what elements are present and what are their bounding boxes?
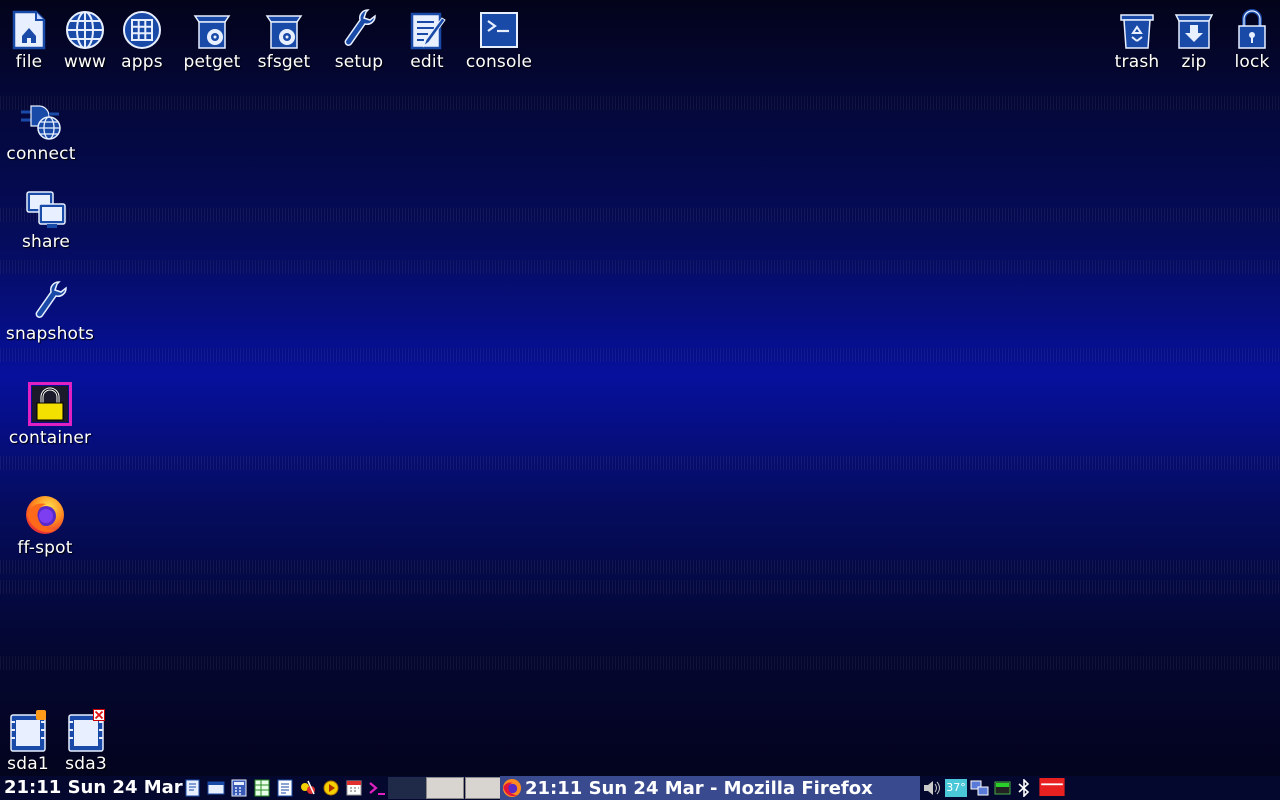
- desktop-icon-zip[interactable]: zip: [1172, 6, 1216, 72]
- desktop-icon-www[interactable]: www: [60, 6, 110, 72]
- paint-icon[interactable]: [299, 779, 317, 797]
- desktop-icon-label: sfsget: [257, 52, 311, 72]
- trash-icon: [1118, 6, 1156, 50]
- drive-label: sda3: [65, 754, 107, 774]
- desktop-icon-trash[interactable]: trash: [1111, 6, 1163, 72]
- power-icon[interactable]: [1038, 778, 1066, 796]
- drive-icon-sda1[interactable]: sda1: [4, 708, 52, 774]
- desktop-icon-label: setup: [334, 52, 384, 72]
- desktop-icon-connect[interactable]: connect: [4, 98, 78, 164]
- temperature-icon[interactable]: 37°: [945, 779, 967, 797]
- wrench-icon: [342, 6, 376, 50]
- battery-icon[interactable]: [993, 779, 1013, 797]
- desktop-icon-label: www: [63, 52, 107, 72]
- desktop-icon-label: zip: [1181, 52, 1207, 72]
- workspace-1[interactable]: [388, 777, 426, 799]
- spreadsheet-icon[interactable]: [253, 779, 271, 797]
- task-title: 21:11 Sun 24 Mar - Mozilla Firefox: [525, 777, 873, 799]
- workspace-2[interactable]: [426, 777, 464, 799]
- lock-icon: [1236, 6, 1268, 50]
- desktop-icon-apps[interactable]: apps: [117, 6, 167, 72]
- desktop-icon-label: file: [15, 52, 43, 72]
- bluetooth-icon[interactable]: [1016, 779, 1032, 797]
- container-lock-icon: [28, 382, 72, 426]
- package-manager-icon: [191, 6, 233, 50]
- file-manager-icon: [10, 6, 48, 50]
- drive-icon: [8, 708, 48, 754]
- zip-icon: [1174, 6, 1214, 50]
- desktop-icon-edit[interactable]: edit: [402, 6, 452, 72]
- drive-icon: [66, 708, 106, 754]
- desktop-icon-label: console: [465, 52, 533, 72]
- document-icon[interactable]: [276, 779, 294, 797]
- window-icon[interactable]: [207, 779, 225, 797]
- desktop-icon-label: lock: [1234, 52, 1270, 72]
- desktop-icon-label: share: [21, 232, 71, 252]
- sfs-download-icon: [263, 6, 305, 50]
- taskbar-clock[interactable]: 21:11 Sun 24 Mar: [4, 776, 183, 800]
- taskbar-task-firefox[interactable]: 21:11 Sun 24 Mar - Mozilla Firefox: [500, 776, 920, 800]
- mounted-indicator-icon: [36, 710, 46, 720]
- apps-grid-icon: [122, 6, 162, 50]
- desktop-icon-ff-spot[interactable]: ff-spot: [10, 492, 80, 558]
- desktop-icon-label: connect: [6, 144, 76, 164]
- volume-icon[interactable]: [922, 779, 942, 797]
- terminal-icon[interactable]: [368, 779, 386, 797]
- desktop-icon-label: edit: [410, 52, 444, 72]
- wrench-icon: [33, 278, 67, 322]
- unmount-x-icon: [93, 709, 105, 721]
- desktop-icon-label: ff-spot: [17, 538, 73, 558]
- drive-label: sda1: [7, 754, 49, 774]
- terminal-icon: [479, 6, 519, 50]
- network-connect-icon: [19, 98, 63, 142]
- desktop-icon-file[interactable]: file: [4, 6, 54, 72]
- workspace-3[interactable]: [465, 777, 503, 799]
- desktop-icon-label: apps: [121, 52, 163, 72]
- firefox-icon: [502, 778, 522, 798]
- desktop-icon-label: petget: [183, 52, 241, 72]
- share-icon: [25, 186, 67, 230]
- desktop-icon-container[interactable]: container: [4, 382, 96, 448]
- desktop-icon-console[interactable]: console: [463, 6, 535, 72]
- desktop-icon-setup[interactable]: setup: [332, 6, 386, 72]
- desktop-icon-label: container: [8, 428, 92, 448]
- calculator-icon[interactable]: [230, 779, 248, 797]
- desktop-icon-share[interactable]: share: [16, 186, 76, 252]
- firefox-icon: [24, 492, 66, 536]
- show-desktop-icon[interactable]: [184, 779, 202, 797]
- drive-icon-sda3[interactable]: sda3: [62, 708, 110, 774]
- media-player-icon[interactable]: [322, 779, 340, 797]
- taskbar: 21:11 Sun 24 Mar 21:11 Sun 24 Mar - Mozi…: [0, 776, 1280, 800]
- network-icon[interactable]: [970, 779, 990, 797]
- desktop-icon-lock[interactable]: lock: [1228, 6, 1276, 72]
- desktop-icon-label: trash: [1114, 52, 1160, 72]
- desktop-icon-label: snapshots: [5, 324, 95, 344]
- desktop-icon-snapshots[interactable]: snapshots: [4, 278, 96, 344]
- workspace-pager: [388, 776, 503, 800]
- desktop-icon-petget[interactable]: petget: [182, 6, 242, 72]
- calendar-icon[interactable]: [345, 779, 363, 797]
- desktop-icon-sfsget[interactable]: sfsget: [254, 6, 314, 72]
- globe-icon: [65, 6, 105, 50]
- text-editor-icon: [408, 6, 446, 50]
